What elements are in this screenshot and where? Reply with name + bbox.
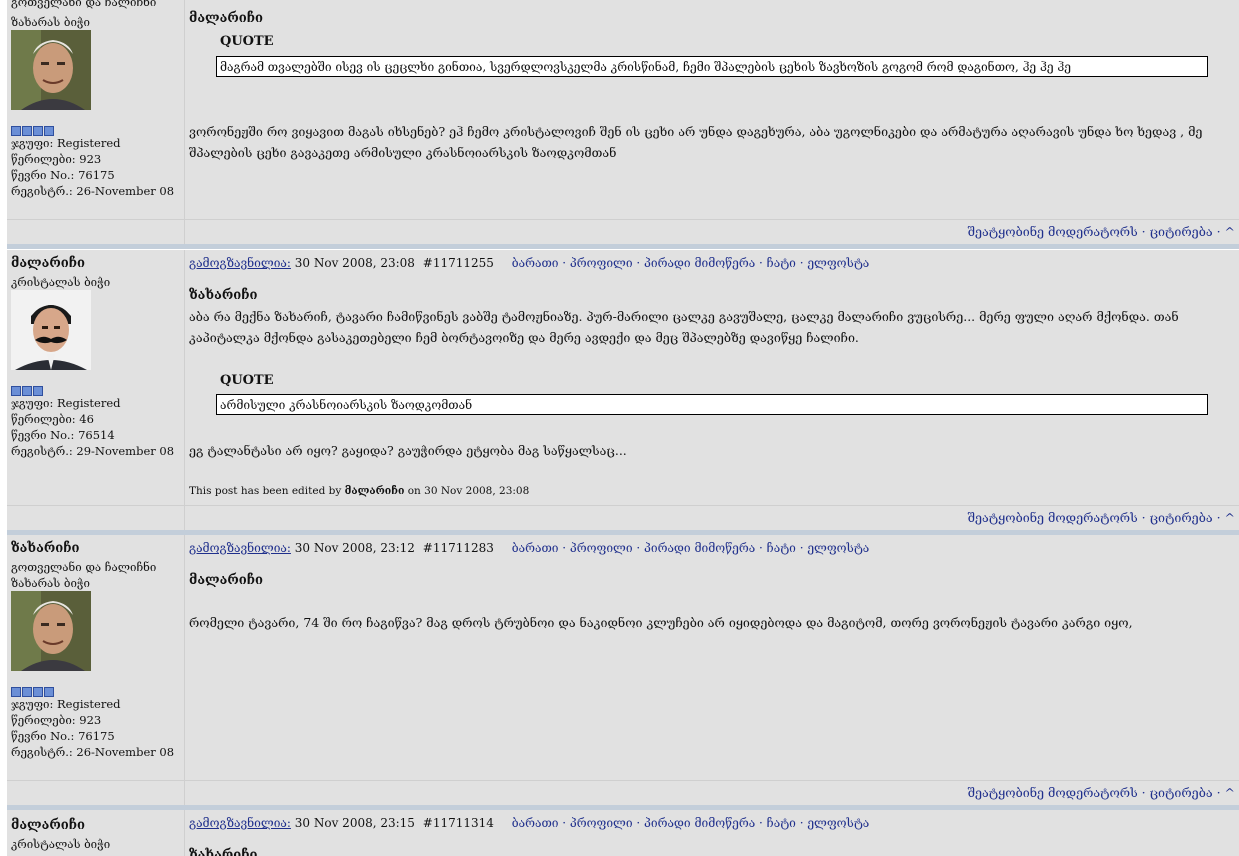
- rank-pips: [11, 125, 55, 136]
- post-1-user-panel: გოთველანი და ჩალიჩნი ზახარას ბიჭი ჯგუფი:…: [7, 0, 184, 219]
- post-id[interactable]: #11711255: [423, 256, 494, 270]
- edit-prefix: This post has been edited by: [189, 485, 342, 497]
- user-post-count: წერილები: 46: [11, 412, 94, 426]
- user-title: ზახარას ბიჭი: [11, 15, 90, 29]
- post-2-footer: შეატყობინე მოდერატორს · ციტირება · ^: [7, 505, 1239, 531]
- user-rank: კრისტალას ბიჭი: [11, 837, 111, 851]
- quoted-author: ზახარიჩი: [189, 288, 258, 303]
- user-rank: გოთველანი და ჩალიჩნი: [11, 0, 157, 9]
- post-meta: გამოგზავნილია: 30 Nov 2008, 23:12 #11711…: [189, 541, 869, 555]
- post-3-user-panel: ზახარიჩი გოთველანი და ჩალიჩნი ზახარას ბი…: [7, 535, 184, 780]
- post-date: 30 Nov 2008, 23:15: [294, 816, 415, 830]
- post-2-user-panel: მალარიჩი კრისტალას ბიჭი ჯგუფი: Registere…: [7, 250, 184, 505]
- post-id[interactable]: #11711283: [423, 541, 494, 555]
- user-rank: კრისტალას ბიჭი: [11, 275, 111, 289]
- post-4: მალარიჩი კრისტალას ბიჭი გამოგზავნილია: 3…: [7, 810, 1239, 856]
- post-date: 30 Nov 2008, 23:12: [294, 541, 415, 555]
- quoted-author: მალარიჩი: [189, 573, 263, 588]
- posted-link[interactable]: გამოგზავნილია:: [189, 816, 291, 830]
- post-3-content: გამოგზავნილია: 30 Nov 2008, 23:12 #11711…: [185, 535, 1239, 780]
- user-registered: რეგისტრ.: 29-November 08: [11, 444, 175, 458]
- edit-author: მალარიჩი: [344, 485, 405, 497]
- post-2: მალარიჩი კრისტალას ბიჭი ჯგუფი: Registere…: [7, 250, 1239, 535]
- post-body: რომელი ტავარი, 74 ში რო ჩაგიწვა? მაგ დრო…: [189, 615, 1133, 630]
- post-1-content: მალარიჩი QUOTE მაგრამ თვალებში ისევ ის ც…: [185, 0, 1239, 219]
- quote-label: QUOTE: [220, 373, 274, 388]
- user-rank: გოთველანი და ჩალიჩნი: [11, 560, 157, 574]
- post-actions[interactable]: შეატყობინე მოდერატორს · ციტირება · ^: [968, 224, 1235, 239]
- post-meta: გამოგზავნილია: 30 Nov 2008, 23:15 #11711…: [189, 816, 869, 830]
- user-post-count: წერილები: 923: [11, 713, 102, 727]
- author-name[interactable]: მალარიჩი: [11, 256, 85, 271]
- user-links[interactable]: ბარათი · პროფილი · პირადი მიმოწერა · ჩატ…: [512, 541, 870, 555]
- avatar[interactable]: [11, 290, 91, 370]
- quoted-author: ზახარიჩი: [189, 848, 258, 856]
- post-3: ზახარიჩი გოთველანი და ჩალიჩნი ზახარას ბი…: [7, 535, 1239, 810]
- rank-pips: [11, 385, 44, 396]
- edit-suffix: on 30 Nov 2008, 23:08: [407, 485, 530, 497]
- avatar[interactable]: [11, 30, 91, 110]
- post-1: გოთველანი და ჩალიჩნი ზახარას ბიჭი ჯგუფი:…: [7, 0, 1239, 249]
- post-3-footer: შეატყობინე მოდერატორს · ციტირება · ^: [7, 780, 1239, 806]
- user-group: ჯგუფი: Registered: [11, 697, 121, 711]
- user-title: ზახარას ბიჭი: [11, 576, 90, 590]
- post-body: აბა რა მექნა ზახარიჩ, ტავარი ჩამიწვინეს …: [189, 309, 1179, 345]
- quote-box: მაგრამ თვალებში ისევ ის ცეცლხი გინთია, ს…: [216, 56, 1208, 77]
- post-id[interactable]: #11711314: [423, 816, 494, 830]
- avatar[interactable]: [11, 591, 91, 671]
- user-links[interactable]: ბარათი · პროფილი · პირადი მიმოწერა · ჩატ…: [512, 816, 870, 830]
- post-meta: გამოგზავნილია: 30 Nov 2008, 23:08 #11711…: [189, 256, 869, 270]
- post-actions[interactable]: შეატყობინე მოდერატორს · ციტირება · ^: [968, 510, 1235, 525]
- user-registered: რეგისტრ.: 26-November 08: [11, 184, 175, 198]
- author-name[interactable]: ზახარიჩი: [11, 541, 80, 556]
- quoted-author: მალარიჩი: [189, 11, 263, 26]
- user-member-no: წევრი No.: 76514: [11, 428, 115, 442]
- quote-label: QUOTE: [220, 34, 274, 49]
- user-registered: რეგისტრ.: 26-November 08: [11, 745, 175, 759]
- edit-note: This post has been edited by მალარიჩი on…: [189, 485, 529, 497]
- quote-box: არმისული კრასნოიარსკის ზაოდკომთან: [216, 394, 1208, 415]
- post-4-user-panel: მალარიჩი კრისტალას ბიჭი: [7, 810, 184, 856]
- user-group: ჯგუფი: Registered: [11, 136, 121, 150]
- user-links[interactable]: ბარათი · პროფილი · პირადი მიმოწერა · ჩატ…: [512, 256, 870, 270]
- post-2-content: გამოგზავნილია: 30 Nov 2008, 23:08 #11711…: [185, 250, 1239, 505]
- post-1-footer: შეატყობინე მოდერატორს · ციტირება · ^: [7, 219, 1239, 245]
- user-member-no: წევრი No.: 76175: [11, 168, 115, 182]
- author-name[interactable]: მალარიჩი: [11, 818, 85, 833]
- post-body: ვორონეჟში რო ვიყავით მაგას იხსენებ? ეჰ ჩ…: [189, 124, 1203, 160]
- post-actions[interactable]: შეატყობინე მოდერატორს · ციტირება · ^: [968, 785, 1235, 800]
- posted-link[interactable]: გამოგზავნილია:: [189, 541, 291, 555]
- post-date: 30 Nov 2008, 23:08: [294, 256, 415, 270]
- user-member-no: წევრი No.: 76175: [11, 729, 115, 743]
- posted-link[interactable]: გამოგზავნილია:: [189, 256, 291, 270]
- post-body-continued: ეგ ტალანტასი არ იყო? გაყიდა? გაუჭირდა ეტ…: [189, 443, 627, 458]
- user-post-count: წერილები: 923: [11, 152, 102, 166]
- user-group: ჯგუფი: Registered: [11, 396, 121, 410]
- forum-page: გოთველანი და ჩალიჩნი ზახარას ბიჭი ჯგუფი:…: [7, 0, 1239, 856]
- post-4-content: გამოგზავნილია: 30 Nov 2008, 23:15 #11711…: [185, 810, 1239, 856]
- rank-pips: [11, 686, 55, 697]
